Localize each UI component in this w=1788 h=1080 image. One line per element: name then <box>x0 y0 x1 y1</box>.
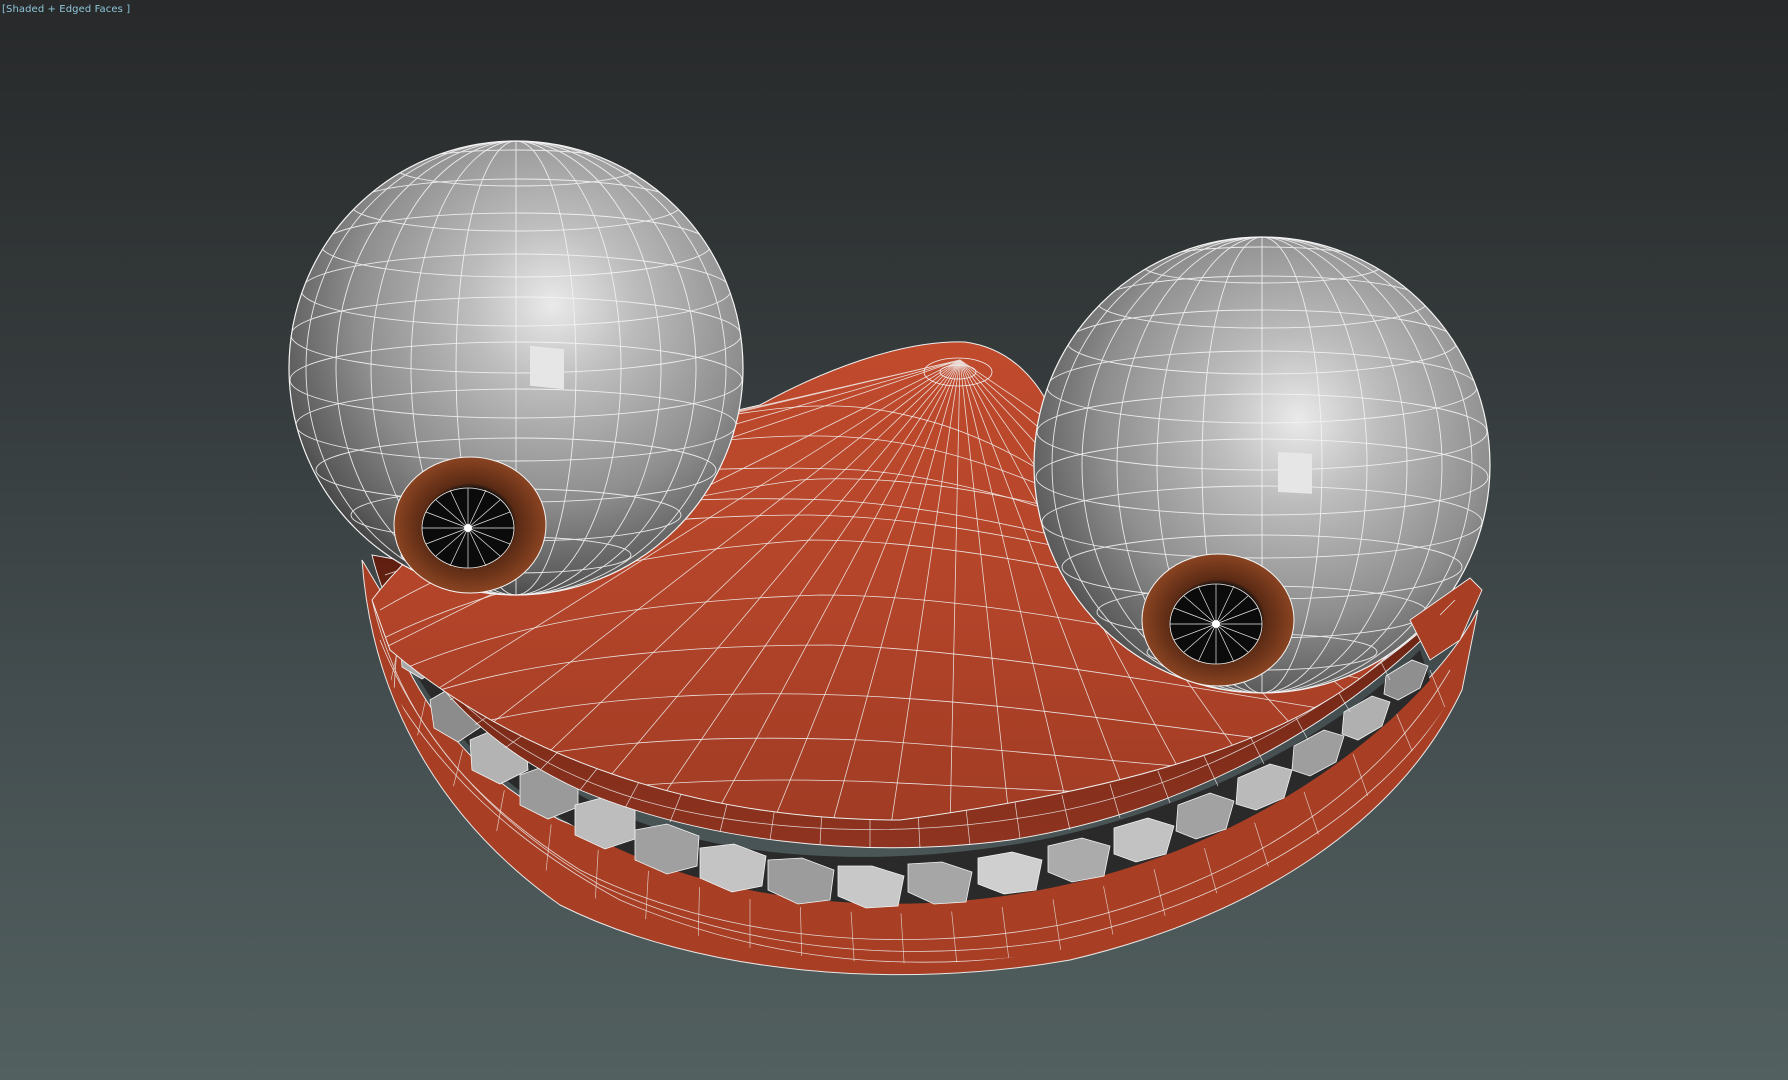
iris-right <box>1141 553 1295 687</box>
viewport-3d[interactable]: [Shaded + Edged Faces ] <box>0 0 1788 1080</box>
mouth-eyes-model[interactable] <box>0 0 1788 1080</box>
iris-left <box>393 456 547 594</box>
eyeball-left <box>288 140 744 596</box>
